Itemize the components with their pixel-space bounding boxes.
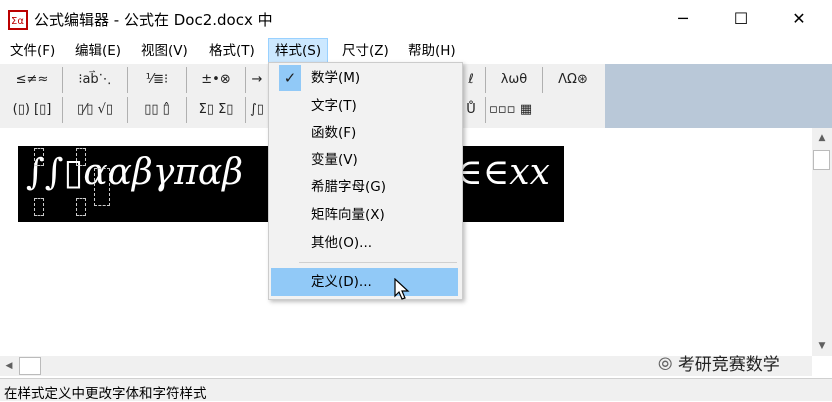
menu-bar: 文件(F) 编辑(E) 视图(V) 格式(T) 样式(S) 尺寸(Z) 帮助(H… [0, 38, 832, 64]
watermark: ⦾ 考研竞赛数学 [658, 350, 780, 375]
overbar-templates-palette[interactable]: ▫▫▫ [489, 97, 515, 123]
mouse-pointer-icon [394, 278, 410, 300]
menu-style[interactable]: 样式(S) [268, 38, 329, 64]
operator-symbols-palette[interactable]: ±•⊗ [190, 67, 242, 93]
scroll-down-button[interactable]: ▼ [812, 336, 832, 356]
fraction-radical-templates-palette[interactable]: ▯⁄▯ √▯ [66, 97, 124, 123]
style-menu-item-other[interactable]: 其他(O)... [271, 230, 458, 256]
summation-templates-palette[interactable]: Σ▯ Σ▯ [190, 97, 242, 123]
menu-item-label: 矩阵向量(X) [311, 207, 385, 223]
scroll-up-button[interactable]: ▲ [812, 128, 832, 148]
menu-item-label: 定义(D)... [311, 274, 372, 290]
vertical-scroll-thumb[interactable] [813, 150, 830, 170]
menu-format[interactable]: 格式(T) [203, 38, 261, 64]
title-bar: Σα 公式编辑器 - 公式在 Doc2.docx 中 ─ ☐ ✕ [0, 0, 832, 38]
integral-templates-palette[interactable]: ∫▯ [248, 97, 266, 123]
minimize-button[interactable]: ─ [660, 0, 706, 38]
checkmark-icon: ✓ [279, 65, 301, 91]
close-button[interactable]: ✕ [776, 0, 822, 38]
menu-size[interactable]: 尺寸(Z) [336, 38, 395, 64]
menu-item-label: 希腊字母(G) [311, 179, 386, 195]
menu-file[interactable]: 文件(F) [4, 38, 61, 64]
integrand-slot[interactable] [94, 168, 110, 206]
menu-item-label: 函数(F) [311, 125, 357, 141]
style-menu-item-matrix-vector[interactable]: 矩阵向量(X) [271, 202, 458, 228]
style-menu-item-variable[interactable]: 变量(V) [271, 147, 458, 173]
style-menu-dropdown: ✓ 数学(M) 文字(T) 函数(F) 变量(V) 希腊字母(G) 矩阵向量(X… [268, 62, 463, 300]
matrix-templates-palette[interactable]: ▦ [514, 97, 538, 123]
status-text: 在样式定义中更改字体和字符样式 [4, 386, 207, 402]
menu-item-label: 变量(V) [311, 152, 358, 168]
maximize-button[interactable]: ☐ [718, 0, 764, 38]
subscript-superscript-templates-palette[interactable]: ▯▯ ▯̂ [131, 97, 183, 123]
spaces-ellipses-palette[interactable]: ⁝ab⃑⋱ [66, 67, 124, 93]
watermark-text: 考研竞赛数学 [677, 355, 780, 375]
relational-symbols-palette[interactable]: ≤≠≈ [6, 67, 58, 93]
equation-editor-app-icon[interactable]: Σα [8, 10, 28, 30]
equation-text: ∫∫▯ααβγπαβ [26, 152, 244, 193]
menu-view[interactable]: 视图(V) [135, 38, 194, 64]
equation-text-tail: ∈∈xx [456, 152, 550, 193]
menu-item-label: 数学(M) [311, 70, 361, 86]
horizontal-scroll-thumb[interactable] [19, 357, 41, 375]
arrow-symbols-palette[interactable]: → [248, 67, 266, 93]
menu-help[interactable]: 帮助(H) [402, 38, 462, 64]
scroll-left-button[interactable]: ◀ [0, 356, 18, 376]
menu-separator [299, 262, 457, 263]
menu-item-label: 文字(T) [311, 98, 357, 114]
fence-templates-palette[interactable]: (▯) [▯] [6, 97, 58, 123]
products-set-templates-palette[interactable]: Ů [460, 97, 482, 123]
svg-text:Σα: Σα [11, 16, 24, 27]
upper-limit-slot[interactable] [76, 148, 86, 166]
menu-edit[interactable]: 编辑(E) [69, 38, 127, 64]
style-menu-item-math[interactable]: ✓ 数学(M) [271, 65, 458, 91]
greek-uppercase-palette[interactable]: ΛΩ⊛ [546, 67, 600, 93]
style-menu-item-function[interactable]: 函数(F) [271, 120, 458, 146]
misc-symbols-palette[interactable]: ℓ [460, 67, 482, 93]
status-bar: 在样式定义中更改字体和字符样式 [0, 378, 832, 402]
embellishments-palette[interactable]: ⅟≣⁝ [131, 67, 183, 93]
vertical-scrollbar[interactable]: ▲ ▼ [812, 128, 832, 356]
window-title: 公式编辑器 - 公式在 Doc2.docx 中 [34, 11, 273, 29]
menu-item-label: 其他(O)... [311, 235, 373, 251]
style-menu-item-greek[interactable]: 希腊字母(G) [271, 174, 458, 200]
greek-lowercase-palette[interactable]: λωθ [489, 67, 539, 93]
lower-limit-slot[interactable] [76, 198, 86, 216]
lower-limit-slot[interactable] [34, 198, 44, 216]
style-menu-item-define[interactable]: 定义(D)... [271, 268, 458, 296]
upper-limit-slot[interactable] [34, 148, 44, 166]
style-menu-item-text[interactable]: 文字(T) [271, 93, 458, 119]
wechat-logo-icon: ⦾ [658, 354, 673, 375]
toolbar-empty-area [605, 64, 832, 128]
